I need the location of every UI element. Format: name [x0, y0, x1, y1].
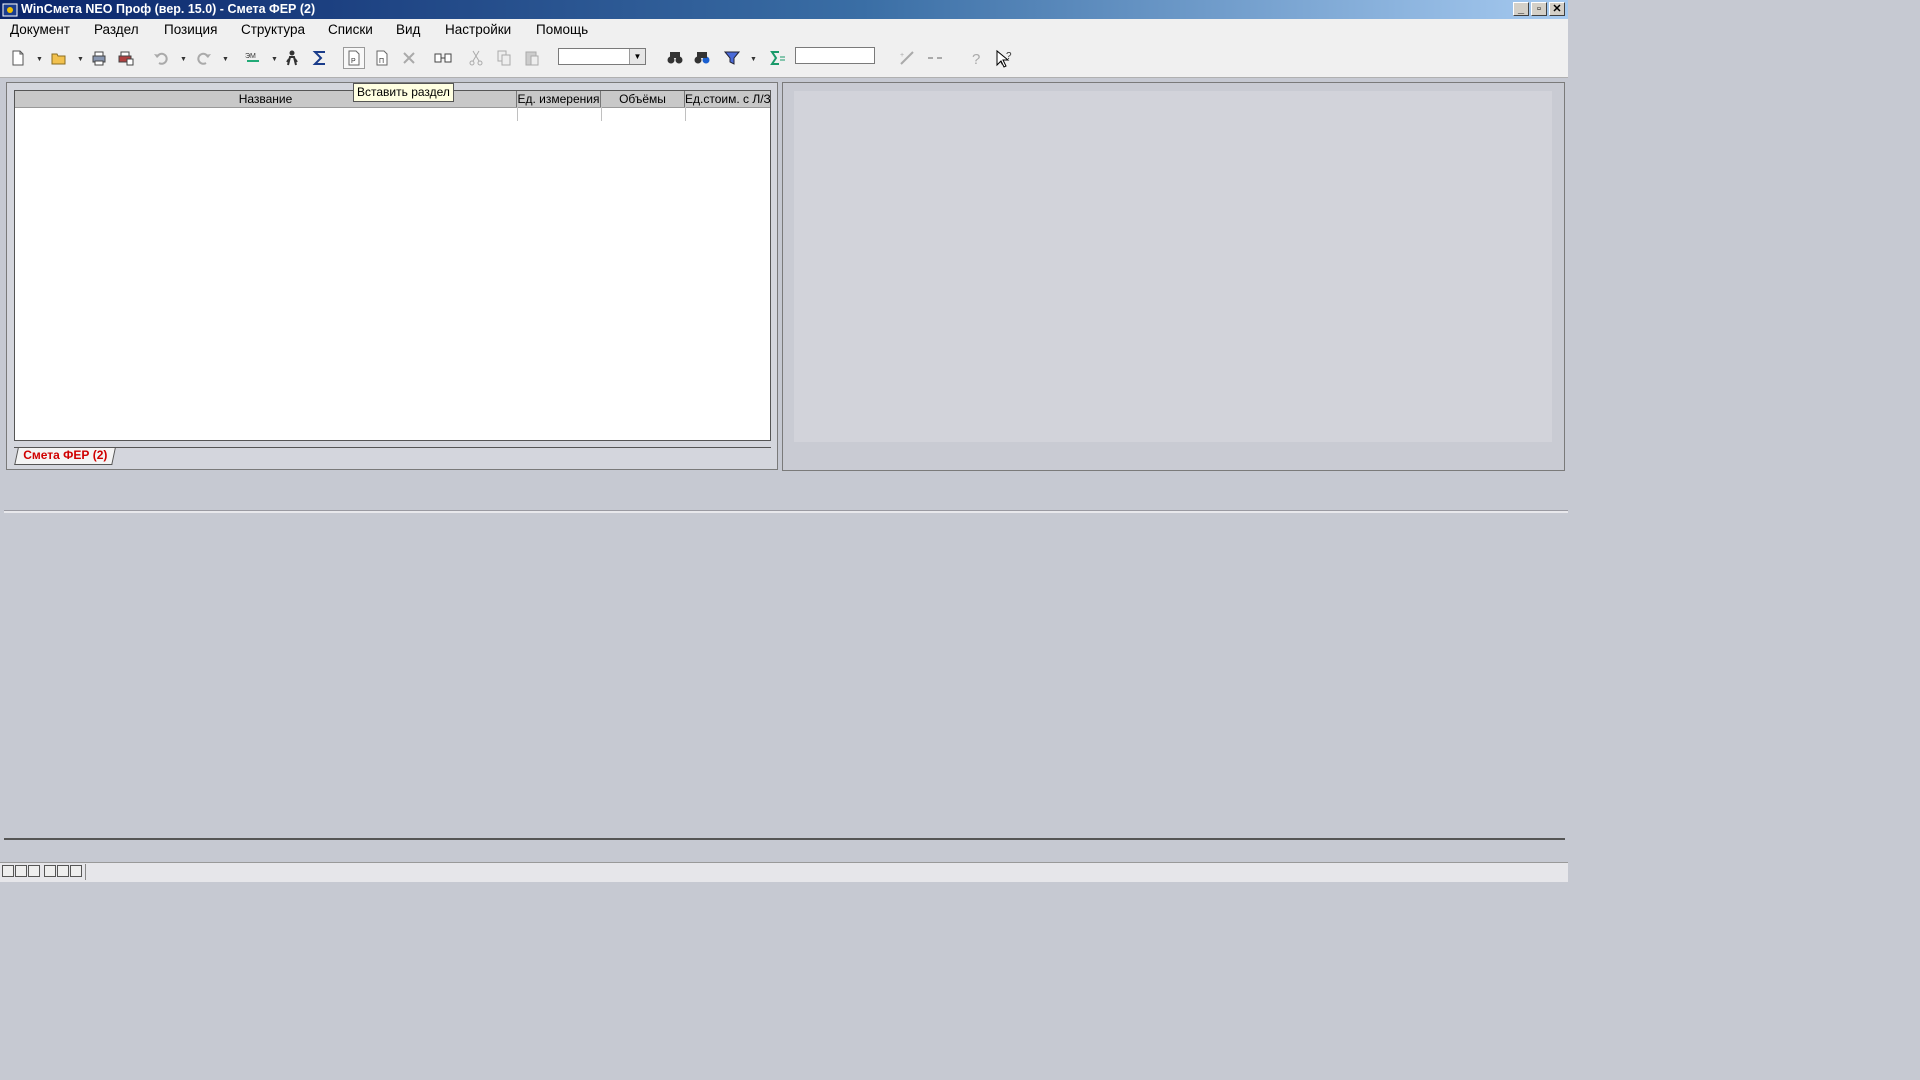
- menu-bar: Документ Раздел Позиция Структура Списки…: [0, 19, 1568, 41]
- svg-text:+: +: [900, 52, 904, 59]
- cut-icon[interactable]: [465, 47, 487, 69]
- delete-icon[interactable]: [398, 47, 420, 69]
- tab-label: Смета ФЕР (2): [23, 448, 108, 462]
- print-preview-icon[interactable]: [115, 47, 137, 69]
- menu-section[interactable]: Раздел: [94, 22, 139, 38]
- sum-field-icon[interactable]: [767, 47, 789, 69]
- mouse-cursor-icon: [996, 50, 1010, 68]
- layout-icon-6[interactable]: [70, 865, 82, 877]
- column-divider: [601, 107, 602, 121]
- estimate-grid[interactable]: Название Ед. измерения Объёмы Ед.стоим. …: [14, 90, 771, 441]
- menu-structure[interactable]: Структура: [241, 22, 305, 38]
- menu-settings[interactable]: Настройки: [445, 22, 511, 38]
- bottom-panel-border: [4, 838, 1565, 840]
- copy-icon[interactable]: [493, 47, 515, 69]
- restore-button[interactable]: ▫: [1531, 2, 1547, 16]
- filter-dropdown-arrow[interactable]: ▼: [750, 56, 757, 63]
- column-header-volumes[interactable]: Объёмы: [601, 91, 685, 107]
- menu-document[interactable]: Документ: [10, 22, 70, 38]
- open-dropdown-arrow[interactable]: ▼: [77, 56, 84, 63]
- find-next-icon[interactable]: [691, 47, 713, 69]
- layout-icon-3[interactable]: [28, 865, 40, 877]
- status-separator: [85, 864, 86, 880]
- svg-text:ЭМ: ЭМ: [245, 53, 256, 60]
- menu-lists[interactable]: Списки: [328, 22, 373, 38]
- redo-dropdown-arrow[interactable]: ▼: [222, 56, 229, 63]
- percent-icon[interactable]: +: [896, 47, 918, 69]
- calculate-icon[interactable]: ЭМ: [242, 47, 264, 69]
- column-header-unit-cost[interactable]: Ед.стоим. с Л/З: [685, 91, 770, 107]
- svg-text:П: П: [379, 58, 384, 65]
- app-icon: [2, 3, 18, 17]
- transfer-icon[interactable]: [432, 47, 454, 69]
- details-panel-content: [794, 91, 1552, 442]
- window-title: WinСмета NEO Проф (вер. 15.0) - Смета ФЕ…: [21, 2, 316, 16]
- paste-icon[interactable]: [521, 47, 543, 69]
- redo-icon[interactable]: [193, 47, 215, 69]
- help-icon[interactable]: ?: [965, 47, 987, 69]
- calculate-dropdown-arrow[interactable]: ▼: [271, 56, 278, 63]
- open-folder-icon[interactable]: [48, 47, 70, 69]
- undo-icon[interactable]: [150, 47, 172, 69]
- details-panel: [782, 82, 1565, 471]
- menu-help[interactable]: Помощь: [536, 22, 588, 38]
- column-header-unit[interactable]: Ед. измерения: [517, 91, 601, 107]
- close-button[interactable]: ✕: [1549, 2, 1565, 16]
- person-icon[interactable]: [281, 47, 303, 69]
- print-icon[interactable]: [88, 47, 110, 69]
- menu-view[interactable]: Вид: [396, 22, 420, 38]
- new-dropdown-arrow[interactable]: ▼: [36, 56, 43, 63]
- layout-icon-5[interactable]: [57, 865, 69, 877]
- title-bar: WinСмета NEO Проф (вер. 15.0) - Смета ФЕ…: [0, 0, 1568, 19]
- tab-strip: [14, 447, 771, 448]
- undo-dropdown-arrow[interactable]: ▼: [180, 56, 187, 63]
- layout-icon-1[interactable]: [2, 865, 14, 877]
- layout-icon-4[interactable]: [44, 865, 56, 877]
- toolbar: ▼ ▼ ▼ ▼ ЭМ ▼ Р П ▼ + ? ?: [0, 41, 1568, 78]
- new-document-icon[interactable]: [7, 47, 29, 69]
- chevron-down-icon[interactable]: ▼: [629, 49, 645, 64]
- tooltip: Вставить раздел: [353, 83, 454, 102]
- tab-estimate-fer-2[interactable]: Смета ФЕР (2): [14, 448, 117, 465]
- menu-position[interactable]: Позиция: [164, 22, 217, 38]
- column-divider: [685, 107, 686, 121]
- toolbar-search-input[interactable]: [795, 47, 875, 64]
- svg-text:Р: Р: [351, 58, 356, 65]
- insert-section-icon[interactable]: Р: [343, 47, 365, 69]
- status-bar: [0, 862, 1568, 882]
- sum-icon[interactable]: [309, 47, 331, 69]
- filter-icon[interactable]: [721, 47, 743, 69]
- layout-icon-2[interactable]: [15, 865, 27, 877]
- svg-text:?: ?: [972, 51, 980, 67]
- minus-icon[interactable]: [924, 47, 946, 69]
- bottom-panel: [4, 513, 1565, 837]
- insert-position-icon[interactable]: П: [371, 47, 393, 69]
- find-icon[interactable]: [664, 47, 686, 69]
- column-divider: [517, 107, 518, 121]
- toolbar-combo[interactable]: ▼: [558, 48, 646, 65]
- minimize-button[interactable]: _: [1513, 2, 1529, 16]
